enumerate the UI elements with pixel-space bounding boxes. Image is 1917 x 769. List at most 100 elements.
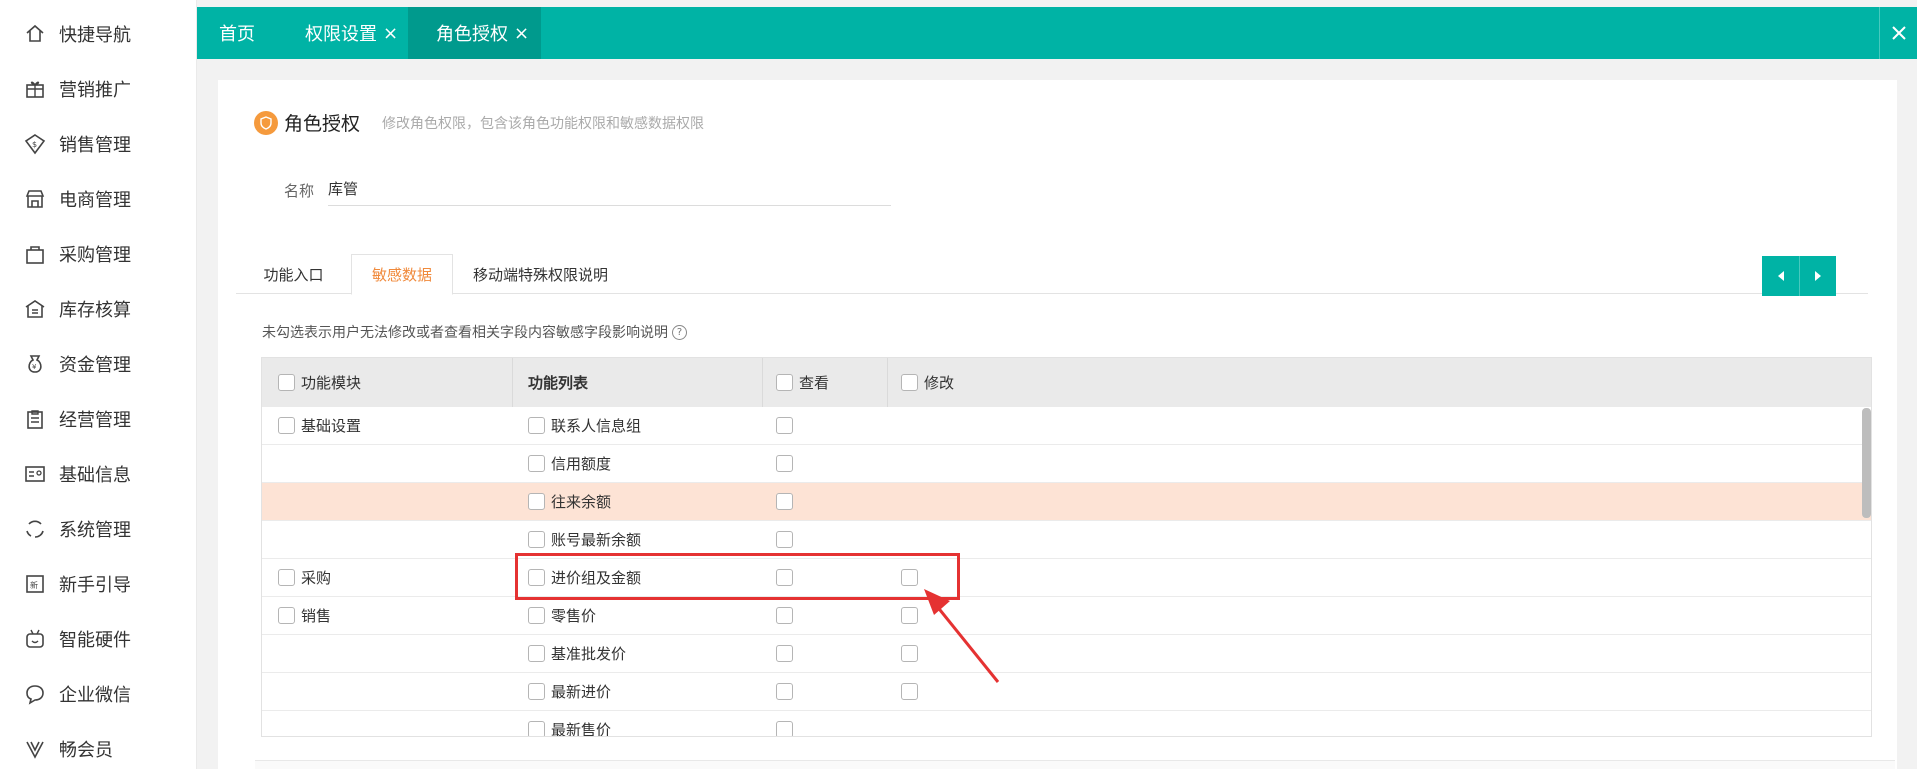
view-checkbox[interactable] [776,721,793,736]
view-checkbox[interactable] [776,645,793,662]
item-cell: 往来余额 [528,483,611,520]
sidebar-item-label: 基础信息 [59,465,131,486]
table-scrollbar[interactable] [1862,408,1871,518]
module-label: 销售 [301,607,332,625]
item-label: 零售价 [551,607,597,625]
home-icon [24,23,46,45]
tab-close-icon[interactable]: × [383,23,398,44]
content-panel: 角色授权 修改角色权限，包含该角色功能权限和敏感数据权限 名称 功能入口 敏感数… [218,80,1897,769]
role-name-input[interactable] [328,172,891,206]
sidebar-item-label: 资金管理 [59,355,131,376]
module-label: 基础设置 [301,417,362,435]
sidebar-item[interactable]: 企业微信 [0,674,197,714]
column-divider [762,358,763,407]
item-label: 信用额度 [551,455,612,473]
item-cell: 最新售价 [528,711,611,736]
sidebar-item[interactable]: 畅会员 [0,729,197,769]
view-checkbox[interactable] [776,455,793,472]
close-all-tabs-button[interactable] [1879,7,1917,59]
sidebar-item-label: 经营管理 [59,410,131,431]
sidebar-item[interactable]: ¥ 资金管理 [0,344,197,384]
sidebar-item[interactable]: 系统管理 [0,509,197,549]
tab-permission-settings[interactable]: 权限设置 × [305,7,398,59]
panel-footer-strip [255,760,1895,769]
sidebar-item[interactable]: 智能硬件 [0,619,197,659]
module-cell: 采购 [278,559,331,596]
view-cell [776,673,799,710]
clipboard-icon [24,408,46,430]
scroll-left-button[interactable] [1762,256,1799,296]
annotation-arrow-icon [924,589,1000,683]
tab-role-authorization[interactable]: 角色授权 × [408,7,541,59]
module-checkbox[interactable] [278,417,295,434]
item-cell: 基准批发价 [528,635,626,672]
chat-icon [24,683,46,705]
item-checkbox[interactable] [528,493,545,510]
table-row: 最新进价 [262,673,1871,711]
column-divider [512,358,513,407]
subtab-bar: 功能入口 敏感数据 移动端特殊权限说明 [236,254,1868,295]
sidebar-item[interactable]: 新 新手引导 [0,564,197,604]
help-icon[interactable]: ? [672,324,687,340]
tab-permission-settings-label: 权限设置 [305,24,377,45]
sales-icon: $ [24,133,46,155]
subtab-sensitive-data[interactable]: 敏感数据 [351,254,453,295]
store-icon [24,188,46,210]
module-label: 采购 [301,569,332,587]
sidebar-item[interactable]: 电商管理 [0,179,197,219]
annotation-highlight-box [515,553,960,600]
item-label: 账号最新余额 [551,531,642,549]
select-all-modules-checkbox[interactable] [278,374,295,391]
view-checkbox[interactable] [776,417,793,434]
scroll-right-button[interactable] [1799,256,1836,296]
edit-checkbox[interactable] [901,645,918,662]
new-badge-icon: 新 [24,573,46,595]
item-checkbox[interactable] [528,683,545,700]
item-label: 最新进价 [551,683,612,701]
select-all-view-checkbox[interactable] [776,374,793,391]
item-checkbox[interactable] [528,721,545,736]
edit-checkbox[interactable] [901,683,918,700]
v-icon [24,738,46,760]
id-card-icon [24,463,46,485]
tab-close-icon[interactable]: × [514,23,529,44]
view-cell [776,445,799,482]
item-checkbox[interactable] [528,455,545,472]
view-checkbox[interactable] [776,493,793,510]
header-module-label: 功能模块 [301,374,362,392]
table-header: 功能模块 功能列表 查看 修改 [262,358,1871,407]
select-all-edit-checkbox[interactable] [901,374,918,391]
view-cell [776,635,799,672]
item-checkbox[interactable] [528,417,545,434]
sidebar-item[interactable]: 经营管理 [0,399,197,439]
name-label: 名称 [284,182,315,200]
edit-checkbox[interactable] [901,607,918,624]
sidebar-item[interactable]: 营销推广 [0,69,197,109]
sidebar-item-label: 智能硬件 [59,630,131,651]
module-checkbox[interactable] [278,569,295,586]
device-icon [24,628,46,650]
subtab-function-entry[interactable]: 功能入口 [236,254,351,295]
sidebar-item[interactable]: 基础信息 [0,454,197,494]
item-cell: 信用额度 [528,445,611,482]
item-checkbox[interactable] [528,531,545,548]
header-list-label: 功能列表 [528,374,589,392]
tab-home-label: 首页 [219,24,255,45]
subtab-mobile-permissions[interactable]: 移动端特殊权限说明 [453,254,628,295]
view-checkbox[interactable] [776,607,793,624]
item-checkbox[interactable] [528,645,545,662]
item-checkbox[interactable] [528,607,545,624]
item-cell: 最新进价 [528,673,611,710]
sidebar-item[interactable]: $ 销售管理 [0,124,197,164]
module-checkbox[interactable] [278,607,295,624]
table-row: 账号最新余额 [262,521,1871,559]
view-checkbox[interactable] [776,683,793,700]
sidebar-item[interactable]: 库存核算 [0,289,197,329]
sidebar-item-label: 快捷导航 [59,25,131,46]
table-row: 销售 零售价 [262,597,1871,635]
sidebar-item[interactable]: 采购管理 [0,234,197,274]
view-checkbox[interactable] [776,531,793,548]
shield-icon [254,110,278,135]
tab-home[interactable]: 首页 [219,7,255,59]
sidebar-item[interactable]: 快捷导航 [0,14,197,54]
